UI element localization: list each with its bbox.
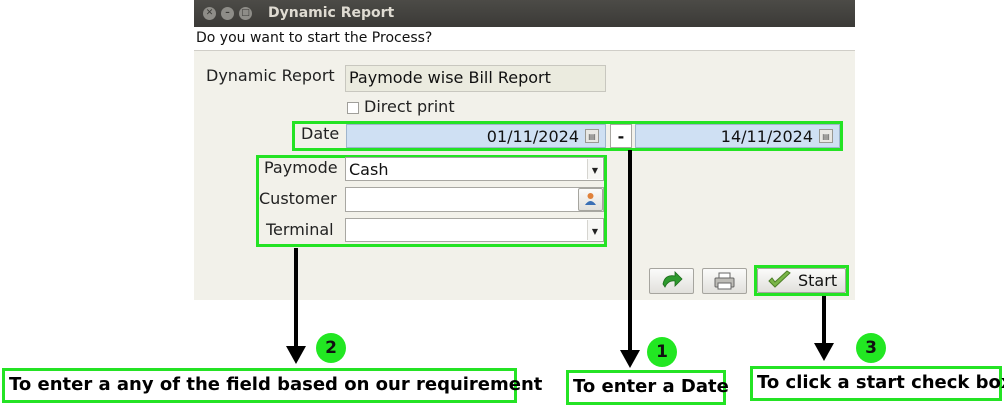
step-2-note: To enter a any of the field based on our… [2, 368, 542, 403]
maximize-window-icon[interactable]: □ [239, 7, 252, 20]
printer-icon [714, 272, 735, 290]
cut-off-status-text [194, 300, 554, 306]
dynamic-report-field: Paymode wise Bill Report [345, 65, 606, 92]
paymode-dropdown-icon[interactable]: ▼ [587, 159, 602, 179]
print-button[interactable] [702, 268, 747, 294]
customer-lookup-button[interactable] [578, 188, 603, 211]
dynamic-report-label: Dynamic Report [206, 66, 335, 85]
arrow-2-head [286, 346, 306, 364]
arrow-3-line [822, 296, 826, 344]
date-separator: - [610, 124, 632, 148]
date-to-field[interactable]: 14/11/2024 [635, 124, 840, 148]
arrow-2-line [294, 248, 298, 348]
arrow-1-head [620, 350, 640, 368]
direct-print-label: Direct print [364, 97, 455, 116]
arrow-1-line [628, 150, 632, 350]
process-prompt: Do you want to start the Process? [194, 27, 855, 51]
paymode-label: Paymode [264, 158, 338, 177]
step-3-badge: 3 [856, 333, 886, 363]
step-2-badge: 2 [316, 333, 346, 363]
green-arrow-icon [662, 271, 683, 288]
date-from-field[interactable]: 01/11/2024 [346, 124, 606, 148]
direct-print-checkbox[interactable] [347, 102, 359, 114]
date-from-value: 01/11/2024 [486, 127, 579, 146]
paymode-value: Cash [349, 160, 389, 179]
start-button[interactable]: Start [757, 268, 846, 293]
minimize-window-icon[interactable]: – [221, 7, 234, 20]
customer-label: Customer [259, 189, 337, 208]
checkmark-icon [768, 270, 791, 288]
calendar-to-icon[interactable]: ▤ [819, 129, 833, 143]
window-title: Dynamic Report [268, 5, 395, 21]
date-to-value: 14/11/2024 [720, 127, 813, 146]
step-3-note: To click a start check box [750, 366, 1004, 401]
paymode-select[interactable]: Cash ▼ [345, 157, 604, 181]
arrow-3-head [814, 343, 834, 361]
refresh-button[interactable] [649, 268, 694, 294]
close-window-icon[interactable]: ✕ [203, 7, 216, 20]
date-label: Date [301, 124, 340, 143]
customer-input[interactable] [345, 187, 604, 212]
title-bar: ✕ – □ Dynamic Report [194, 0, 855, 27]
start-label: Start [798, 271, 838, 290]
terminal-label: Terminal [266, 220, 334, 239]
step-1-badge: 1 [647, 337, 677, 367]
terminal-dropdown-icon[interactable]: ▼ [587, 220, 602, 240]
person-icon [585, 193, 596, 205]
calendar-from-icon[interactable]: ▤ [585, 129, 599, 143]
step-1-note: To enter a Date [566, 370, 729, 405]
terminal-select[interactable]: ▼ [345, 218, 604, 242]
